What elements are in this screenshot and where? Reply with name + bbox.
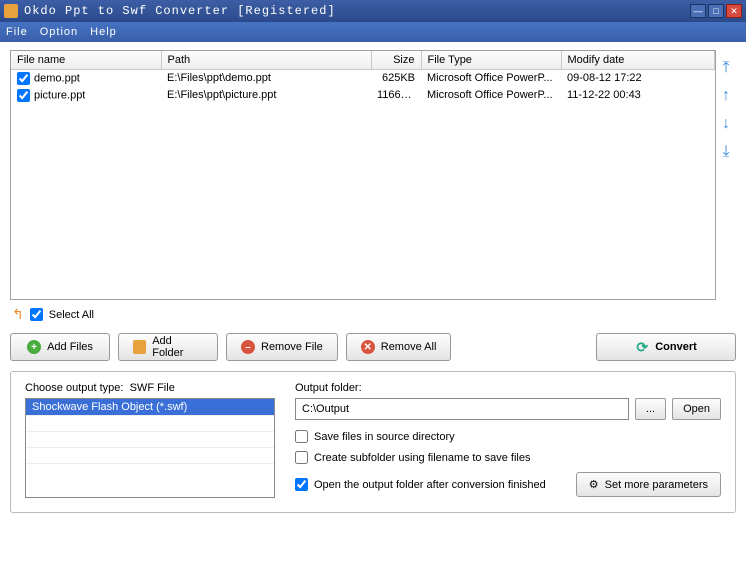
col-header-type[interactable]: File Type	[421, 51, 561, 69]
create-subfolder-label[interactable]: Create subfolder using filename to save …	[314, 452, 530, 464]
convert-icon: ⟳	[635, 340, 649, 354]
close-button[interactable]: ✕	[726, 4, 742, 18]
move-bottom-icon[interactable]: ⤓	[722, 144, 729, 160]
plus-icon: +	[27, 340, 41, 354]
col-header-date[interactable]: Modify date	[561, 51, 715, 69]
menu-file[interactable]: File	[6, 26, 28, 38]
table-row[interactable]: picture.pptE:\Files\ppt\picture.ppt1166K…	[11, 87, 715, 104]
output-folder-label: Output folder:	[295, 382, 721, 394]
select-all-label[interactable]: Select All	[49, 309, 94, 321]
create-subfolder-checkbox[interactable]	[295, 451, 308, 464]
select-all-checkbox[interactable]	[30, 308, 43, 321]
browse-button[interactable]: ...	[635, 398, 666, 420]
open-folder-button[interactable]: Open	[672, 398, 721, 420]
gear-icon: ⚙	[589, 478, 599, 491]
row-checkbox[interactable]	[17, 89, 30, 102]
menu-option[interactable]: Option	[40, 26, 78, 38]
app-logo-icon	[4, 4, 18, 18]
row-checkbox[interactable]	[17, 72, 30, 85]
set-more-parameters-button[interactable]: ⚙ Set more parameters	[576, 472, 721, 497]
output-type-label: Choose output type: SWF File	[25, 382, 275, 394]
output-type-list[interactable]: Shockwave Flash Object (*.swf)	[25, 398, 275, 498]
folder-icon	[133, 340, 146, 354]
open-after-checkbox[interactable]	[295, 478, 308, 491]
output-folder-input[interactable]	[295, 398, 629, 420]
table-row[interactable]: demo.pptE:\Files\ppt\demo.ppt625KBMicros…	[11, 69, 715, 87]
move-down-icon[interactable]: ↓	[722, 116, 730, 132]
remove-all-button[interactable]: ✕Remove All	[346, 333, 452, 361]
menubar: File Option Help	[0, 22, 746, 42]
move-up-icon[interactable]: ↑	[722, 88, 730, 104]
x-icon: ✕	[361, 340, 375, 354]
output-type-item[interactable]: Shockwave Flash Object (*.swf)	[26, 399, 274, 415]
minimize-button[interactable]: —	[690, 4, 706, 18]
file-table[interactable]: File name Path Size File Type Modify dat…	[10, 50, 716, 300]
convert-button[interactable]: ⟳Convert	[596, 333, 736, 361]
col-header-name[interactable]: File name	[11, 51, 161, 69]
window-title: Okdo Ppt to Swf Converter [Registered]	[24, 4, 688, 18]
maximize-button[interactable]: □	[708, 4, 724, 18]
save-source-checkbox[interactable]	[295, 430, 308, 443]
reorder-arrows: ⤒ ↑ ↓ ⤓	[716, 50, 736, 300]
open-after-label[interactable]: Open the output folder after conversion …	[314, 479, 546, 491]
titlebar: Okdo Ppt to Swf Converter [Registered] —…	[0, 0, 746, 22]
add-files-button[interactable]: +Add Files	[10, 333, 110, 361]
up-folder-icon[interactable]: ↰	[12, 306, 24, 323]
move-top-icon[interactable]: ⤒	[722, 60, 729, 76]
save-source-label[interactable]: Save files in source directory	[314, 431, 455, 443]
menu-help[interactable]: Help	[90, 26, 117, 38]
col-header-size[interactable]: Size	[371, 51, 421, 69]
minus-icon: –	[241, 340, 255, 354]
col-header-path[interactable]: Path	[161, 51, 371, 69]
add-folder-button[interactable]: Add Folder	[118, 333, 218, 361]
remove-file-button[interactable]: –Remove File	[226, 333, 338, 361]
